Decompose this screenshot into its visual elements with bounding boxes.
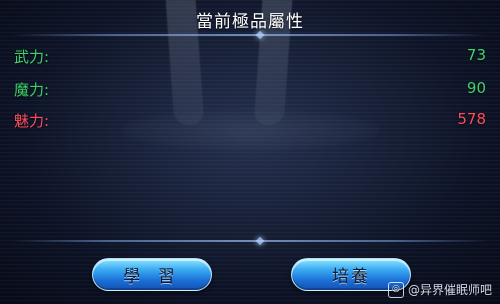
bottom-divider — [12, 236, 488, 246]
stat-label-magic: 魔力: — [14, 81, 50, 99]
panel-title: 當前極品屬性 — [196, 12, 304, 32]
learn-button[interactable]: 學 習 — [92, 258, 212, 291]
bottom-divider-ornament — [255, 236, 265, 246]
top-divider — [12, 30, 488, 40]
stat-value-charm: 578 — [457, 110, 486, 128]
stat-label-charm: 魅力: — [14, 112, 50, 130]
stat-value-strength: 73 — [466, 46, 486, 64]
watermark: ◎ @异界催眠师吧 — [387, 281, 492, 298]
stat-value-magic: 90 — [466, 79, 486, 97]
watermark-text: @异界催眠师吧 — [407, 283, 492, 297]
stat-row-strength: 武力: 73 — [14, 46, 486, 68]
stat-row-charm: 魅力: 578 — [14, 110, 486, 132]
baidu-tieba-icon: ◎ — [387, 281, 404, 298]
attribute-panel: 當前極品屬性 武力: 73 魔力: 90 魅力: 578 學 習 培養 ◎ @异… — [0, 0, 500, 304]
stat-label-strength: 武力: — [14, 48, 50, 66]
stat-row-magic: 魔力: 90 — [14, 79, 486, 101]
